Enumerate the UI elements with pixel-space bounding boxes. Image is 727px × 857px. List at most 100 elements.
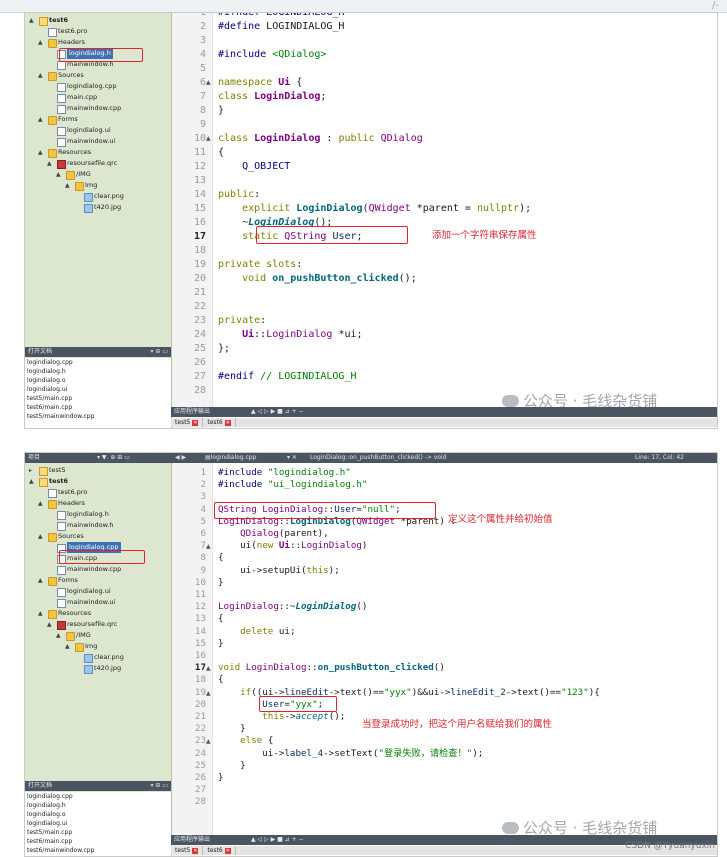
open-doc-item[interactable]: test6/mainwindow.cpp (25, 846, 171, 855)
code-line-12: LoginDialog::~LoginDialog() (218, 601, 368, 613)
close-tab-icon[interactable]: ✕ (192, 420, 199, 426)
open-doc-item[interactable]: test5/mainwindow.cpp (25, 412, 171, 421)
output-tab[interactable]: test6 ✕ (203, 846, 236, 855)
tree-item[interactable]: ▸ test5 (25, 465, 171, 476)
expand-arrow-icon[interactable]: ▲ (38, 575, 46, 586)
open-doc-item[interactable]: test6/main.cpp (25, 403, 171, 412)
output-tab[interactable]: test5 ✕ (171, 418, 204, 427)
expand-arrow-icon[interactable]: ▲ (38, 531, 46, 542)
symbol-combo[interactable]: LoginDialog::on_pushButton_clicked() -> … (310, 453, 447, 463)
expand-arrow-icon[interactable]: ▲ (47, 158, 55, 169)
output-tab[interactable]: test6 ✕ (203, 418, 236, 427)
close-tab-icon[interactable]: ✕ (224, 848, 231, 854)
expand-arrow-icon[interactable]: ▲ (38, 114, 46, 125)
tree-item[interactable]: mainwindow.cpp (25, 103, 171, 114)
fold-marker-icon[interactable]: ▲ (206, 665, 211, 672)
expand-arrow-icon[interactable]: ▲ (65, 641, 73, 652)
expand-arrow-icon[interactable]: ▲ (65, 180, 73, 191)
app-output-controls[interactable]: ▲ ◁ ▷ ▶ ■ ⊿ + − (251, 835, 304, 845)
expand-arrow-icon[interactable]: ▲ (38, 70, 46, 81)
close-file-button[interactable]: ▾ ✕ (287, 453, 297, 463)
tree-item[interactable]: ▲ Img (25, 180, 171, 191)
code-line-18: { (218, 674, 224, 686)
expand-arrow-icon[interactable]: ▲ (38, 498, 46, 509)
expand-arrow-icon[interactable]: ▲ (56, 630, 64, 641)
tree-item[interactable]: logindialog.ui (25, 125, 171, 136)
folder-icon (75, 182, 84, 191)
tree-item[interactable]: ▲ Resources (25, 608, 171, 619)
tree-item[interactable]: mainwindow.ui (25, 597, 171, 608)
fold-marker-icon[interactable]: ▲ (206, 543, 211, 550)
tree-item[interactable]: ▲ Forms (25, 114, 171, 125)
tree-item[interactable]: t420.jpg (25, 663, 171, 674)
open-doc-item[interactable]: logindialog.ui (25, 819, 171, 828)
tree-item[interactable]: ▲ Headers (25, 37, 171, 48)
fold-marker-icon[interactable]: ▲ (206, 690, 211, 697)
tree-item[interactable]: ▲ Sources (25, 531, 171, 542)
tree-item[interactable]: ▲ Resources (25, 147, 171, 158)
open-doc-item[interactable]: test5/main.cpp (25, 828, 171, 837)
open-doc-item[interactable]: logindialog.h (25, 801, 171, 810)
open-doc-item[interactable]: logindialog.o (25, 810, 171, 819)
tree-item[interactable]: ▲ test6 (25, 15, 171, 26)
open-doc-item[interactable]: test5/main.cpp (25, 394, 171, 403)
tree-item[interactable]: ▲ resoursefile.qrc (25, 619, 171, 630)
tree-item[interactable]: ▲ /IMG (25, 630, 171, 641)
tree-item[interactable]: clear.png (25, 652, 171, 663)
expand-arrow-icon[interactable]: ▲ (29, 15, 37, 26)
tree-item[interactable]: t420.jpg (25, 202, 171, 213)
tree-item[interactable]: ▲ test6 (25, 476, 171, 487)
tree-item[interactable]: ▲ /IMG (25, 169, 171, 180)
file-combo[interactable]: ▤ logindialog.cpp (205, 453, 256, 463)
app-output-controls[interactable]: ▲ ◁ ▷ ▶ ■ ⊿ + − (251, 407, 304, 417)
open-doc-item[interactable]: logindialog.ui (25, 385, 171, 394)
tree-item[interactable]: logindialog.h (25, 509, 171, 520)
tree-item[interactable]: clear.png (25, 191, 171, 202)
tree-item[interactable]: ▲ Forms (25, 575, 171, 586)
code-line-24: Ui::LoginDialog *ui; (242, 329, 363, 340)
folder-icon (48, 72, 57, 81)
expand-arrow-icon[interactable]: ▲ (38, 608, 46, 619)
close-tab-icon[interactable]: ✕ (192, 848, 199, 854)
expand-arrow-icon[interactable]: ▲ (47, 619, 55, 630)
open-doc-item[interactable]: logindialog.h (25, 367, 171, 376)
expand-arrow-icon[interactable]: ▸ (29, 465, 37, 476)
expand-arrow-icon[interactable]: ▲ (38, 147, 46, 158)
tree-item[interactable]: test6.pro (25, 487, 171, 498)
tree-item[interactable]: mainwindow.cpp (25, 564, 171, 575)
line-number: 11 (194, 589, 206, 600)
close-tab-icon[interactable]: ✕ (224, 420, 231, 426)
nav-arrows[interactable]: ◀ ▶ (175, 453, 186, 463)
tree-item[interactable]: ▲ Img (25, 641, 171, 652)
expand-arrow-icon[interactable]: ▲ (38, 37, 46, 48)
tree-item[interactable]: logindialog.ui (25, 586, 171, 597)
expand-arrow-icon[interactable]: ▲ (29, 476, 37, 487)
code-editor[interactable]: 1 2 3 4 5 6 ▲ 7 8 9 10 ▲ 11 12 13 14 15 16 17 18 19 20 21 22 23 2… (172, 13, 717, 428)
open-doc-item[interactable]: test6/main.cpp (25, 837, 171, 846)
output-tab[interactable]: test5 ✕ (171, 846, 204, 855)
tree-item[interactable]: ▲ Sources (25, 70, 171, 81)
tree-item-label: mainwindow.ui (67, 137, 116, 145)
open-doc-item[interactable]: logindialog.cpp (25, 358, 171, 367)
open-doc-item[interactable]: logindialog.cpp (25, 792, 171, 801)
tree-item[interactable]: mainwindow.h (25, 520, 171, 531)
fold-marker-icon[interactable]: ▲ (206, 738, 211, 745)
fold-marker-icon[interactable]: ▲ (206, 79, 211, 86)
tree-item[interactable]: ▲ resoursefile.qrc (25, 158, 171, 169)
tree-item[interactable]: logindialog.cpp (25, 81, 171, 92)
code-line-7: ui(new Ui::LoginDialog) (218, 540, 368, 552)
line-number: 9 (200, 564, 206, 576)
fold-marker-icon[interactable]: ▲ (206, 135, 211, 142)
tree-item[interactable]: ▲ Headers (25, 498, 171, 509)
open-docs-controls[interactable]: ▾ ⊞ ▭ (150, 781, 168, 791)
code-line-19: private slots: (218, 259, 303, 270)
code-line-6: QDialog(parent), (240, 528, 329, 539)
open-doc-item[interactable]: logindialog.o (25, 376, 171, 385)
open-docs-controls[interactable]: ▾ ⊞ ▭ (150, 347, 168, 357)
tree-item[interactable]: mainwindow.ui (25, 136, 171, 147)
project-filter-controls[interactable]: ▾ ▼. ⊕ ⊞ ▭ (97, 453, 130, 463)
tree-item[interactable]: test6.pro (25, 26, 171, 37)
tree-item[interactable]: main.cpp (25, 92, 171, 103)
code-editor[interactable]: 1 2 3 4 5 6 7 ▲ 8 9 10 11 12 13 14 15 16 17 ▲ 18 19 ▲ 20 21 22 23… (172, 463, 717, 856)
expand-arrow-icon[interactable]: ▲ (56, 169, 64, 180)
